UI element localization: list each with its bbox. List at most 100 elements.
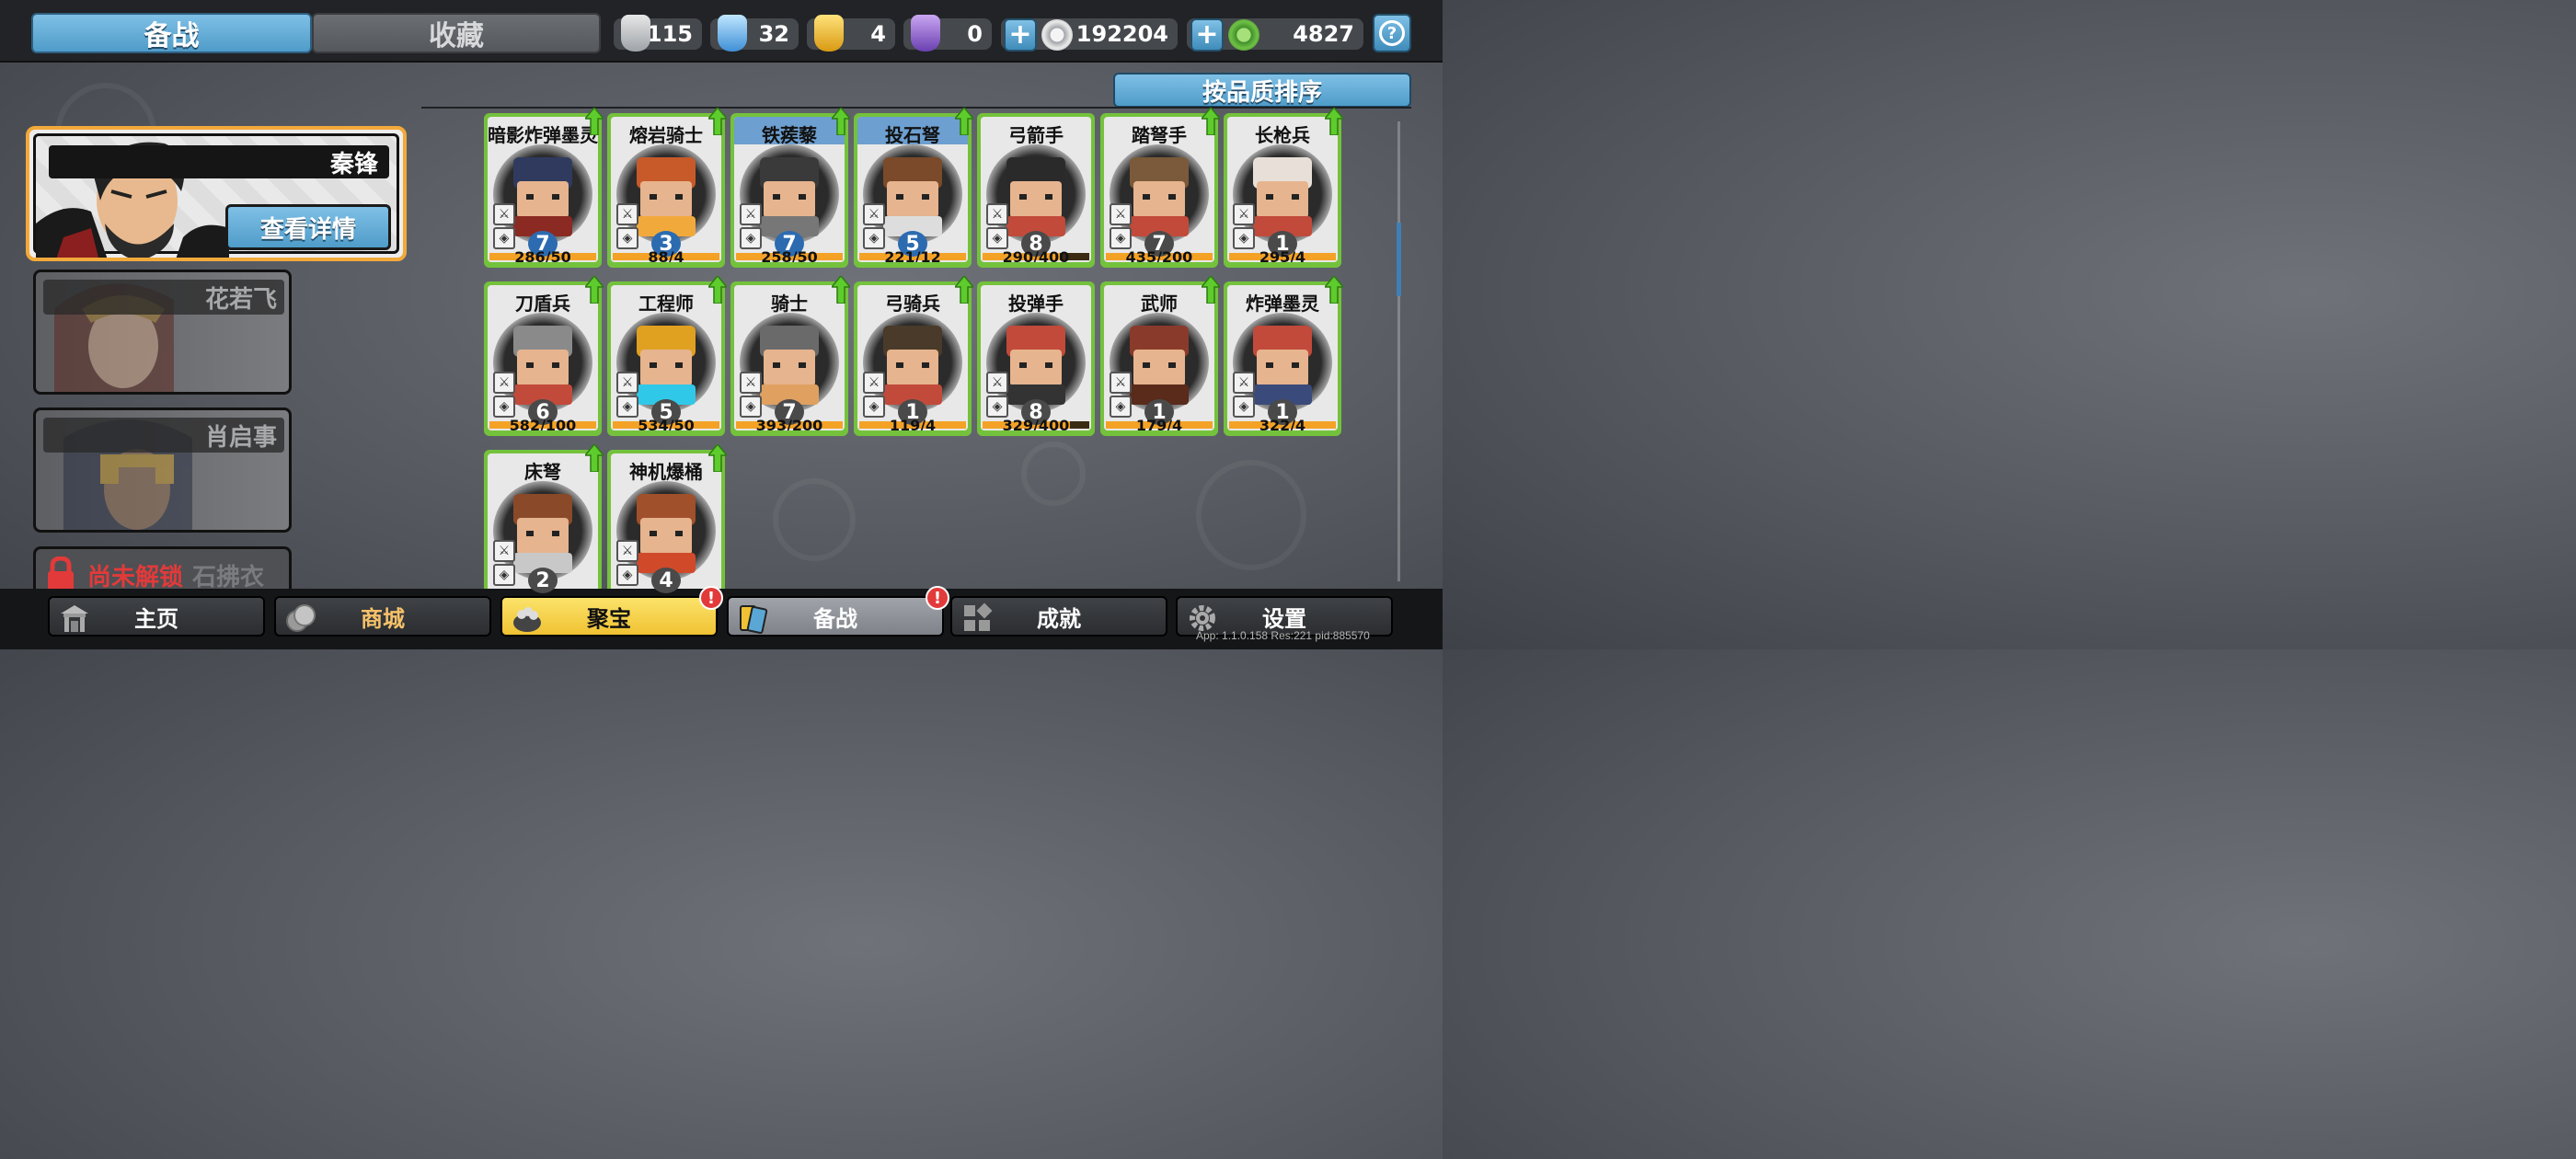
hero-name: 花若飞 [43, 280, 284, 315]
unit-attack-type-icon: ⚔ [616, 203, 638, 225]
treasure-bowl-icon [513, 607, 541, 632]
unit-attack-type-icon: ⚔ [740, 203, 762, 225]
upgrade-arrow-icon [708, 444, 727, 472]
unit-card[interactable]: 铁蒺藜 ⚔ ◈ 7 258/50 [730, 108, 850, 268]
unit-trait-icon: ◈ [493, 564, 515, 586]
hero-card[interactable]: 花若飞 [33, 270, 292, 395]
unit-card[interactable]: 弓骑兵 ⚔ ◈ 1 119/4 [854, 276, 973, 436]
unit-trait-icon: ◈ [616, 564, 638, 586]
unit-shard-count: 88/4 [648, 248, 684, 263]
tab-prepare[interactable]: 备战 [31, 13, 312, 53]
unit-card-inner: 熔岩骑士 ⚔ ◈ 3 88/4 [611, 117, 721, 262]
unit-card[interactable]: 床弩 ⚔ ◈ 2 [484, 444, 604, 604]
unit-card[interactable]: 投石弩 ⚔ ◈ 5 221/12 [854, 108, 973, 268]
purple-gem-icon [911, 15, 940, 52]
unit-portrait [760, 326, 819, 405]
unit-card-inner: 炸弹墨灵 ⚔ ◈ 1 322/4 [1227, 285, 1338, 430]
unit-card-inner: 暗影炸弹墨灵 ⚔ ◈ 7 286/50 [488, 117, 598, 262]
help-button[interactable]: ? [1373, 14, 1411, 52]
unit-card[interactable]: 投弹手 ⚔ ◈ 8 329/400 [977, 281, 1095, 436]
nav-home[interactable]: 主页 [48, 596, 265, 637]
unit-portrait [513, 494, 572, 573]
unit-name: 武师 [1141, 293, 1178, 315]
unit-list-scrollbar[interactable] [1397, 121, 1400, 581]
jade-coin-value: 4827 [1293, 21, 1354, 47]
view-details-button[interactable]: 查看详情 [225, 204, 391, 250]
unit-name: 工程师 [638, 293, 694, 315]
alert-badge: ! [699, 586, 723, 610]
unit-attack-type-icon: ⚔ [493, 372, 515, 394]
unit-card[interactable]: 神机爆桶 ⚔ ◈ 4 [607, 444, 727, 604]
unit-list-scroll-thumb[interactable] [1397, 223, 1401, 296]
unit-card[interactable]: 踏弩手 ⚔ ◈ 7 435/200 [1100, 108, 1220, 268]
background-decoration [773, 478, 856, 561]
add-jade-coin-button[interactable]: + [1190, 18, 1224, 52]
gold-shield-icon [814, 15, 844, 52]
home-gate-icon [61, 605, 88, 632]
resource-value: 4 [870, 21, 886, 47]
silver-coin-icon [1041, 19, 1073, 51]
nav-prepare[interactable]: 备战 ! [727, 586, 949, 637]
nav-treasure[interactable]: 聚宝 ! [500, 586, 723, 637]
unit-portrait [637, 157, 696, 236]
unit-portrait [1006, 157, 1065, 236]
tab-collection[interactable]: 收藏 [312, 13, 601, 53]
unit-trait-icon: ◈ [493, 227, 515, 249]
upgrade-arrow-icon [708, 108, 727, 135]
unit-name: 弓骑兵 [885, 293, 940, 315]
unit-shard-count: 179/4 [1135, 417, 1183, 431]
unit-card[interactable]: 暗影炸弹墨灵 ⚔ ◈ 7 286/50 [484, 108, 604, 268]
hero-card-locked[interactable]: 石拂衣 尚未解锁 [33, 546, 292, 591]
unit-card[interactable]: 骑士 ⚔ ◈ 7 393/200 [730, 276, 850, 436]
nav-achievements[interactable]: 成就 [950, 596, 1167, 637]
unit-name: 投石弩 [885, 124, 940, 146]
unit-shard-count: 221/12 [884, 248, 941, 263]
unit-portrait [1130, 326, 1189, 405]
unit-attack-type-icon: ⚔ [493, 203, 515, 225]
unit-card-inner: 武师 ⚔ ◈ 1 179/4 [1104, 285, 1214, 430]
unit-attack-type-icon: ⚔ [1233, 372, 1255, 394]
unit-trait-icon: ◈ [1233, 396, 1255, 418]
question-icon: ? [1379, 20, 1405, 46]
unit-shard-count: 295/4 [1259, 248, 1306, 263]
unit-card[interactable]: 武师 ⚔ ◈ 1 179/4 [1100, 276, 1220, 436]
unit-name: 刀盾兵 [515, 293, 570, 315]
unit-card[interactable]: 工程师 ⚔ ◈ 5 534/50 [607, 276, 727, 436]
upgrade-arrow-icon [708, 276, 727, 304]
unit-name: 神机爆桶 [629, 461, 703, 483]
sort-by-quality-button[interactable]: 按品质排序 [1113, 73, 1411, 108]
top-bar: 备战 收藏 115 32 4 0 192204 + 4827 + ? [0, 0, 1443, 63]
nav-label: 设置 [1262, 605, 1306, 632]
hero-card[interactable]: 肖启事 [33, 407, 292, 533]
divider [421, 107, 1411, 109]
nav-label: 主页 [134, 605, 178, 632]
unit-name: 踏弩手 [1132, 124, 1187, 146]
hero-card-selected[interactable]: 秦锋 查看详情 [26, 126, 407, 261]
locked-label: 尚未解锁 [87, 564, 184, 591]
unit-attack-type-icon: ⚔ [986, 372, 1008, 394]
add-silver-coin-button[interactable]: + [1004, 18, 1037, 52]
alert-badge: ! [926, 586, 949, 610]
unit-card[interactable]: 长枪兵 ⚔ ◈ 1 295/4 [1224, 108, 1343, 268]
unit-shard-count: 582/100 [509, 417, 577, 431]
unit-card[interactable]: 弓箭手 ⚔ ◈ 8 290/400 [977, 113, 1095, 268]
lock-icon [48, 557, 74, 591]
resource-value: 0 [967, 21, 983, 47]
nav-shop[interactable]: 商城 [274, 596, 491, 637]
unit-portrait [637, 494, 696, 573]
unit-card[interactable]: 炸弹墨灵 ⚔ ◈ 1 322/4 [1224, 276, 1343, 436]
unit-card[interactable]: 刀盾兵 ⚔ ◈ 6 582/100 [484, 276, 604, 436]
unit-portrait [513, 157, 572, 236]
resource-value: 115 [646, 21, 693, 47]
unit-attack-type-icon: ⚔ [493, 540, 515, 562]
unit-name: 床弩 [524, 461, 561, 483]
unit-shard-count: 322/4 [1259, 417, 1306, 431]
unit-name: 暗影炸弹墨灵 [488, 124, 598, 146]
unit-trait-icon: ◈ [493, 396, 515, 418]
resource-silver-shard: 115 [614, 15, 702, 52]
unit-name: 炸弹墨灵 [1246, 293, 1319, 315]
unit-name: 投弹手 [1008, 293, 1064, 315]
unit-card[interactable]: 熔岩骑士 ⚔ ◈ 3 88/4 [607, 108, 727, 268]
unit-trait-icon: ◈ [986, 396, 1008, 418]
upgrade-arrow-icon [585, 444, 604, 472]
